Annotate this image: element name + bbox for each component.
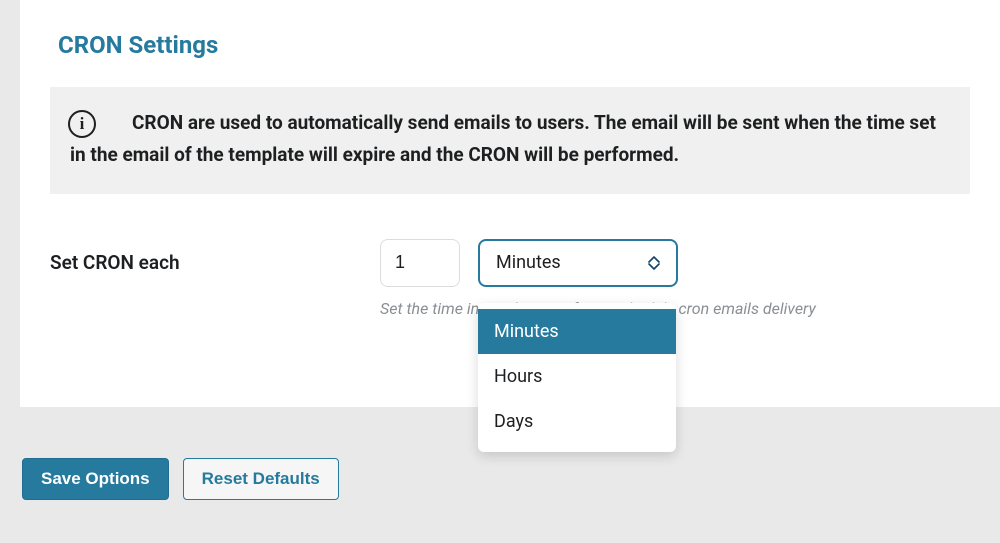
dropdown-option-minutes[interactable]: Minutes xyxy=(478,309,676,354)
form-label-cron-interval: Set CRON each xyxy=(50,239,380,274)
form-row-cron-interval: Set CRON each Minutes Minutes xyxy=(50,239,970,318)
cron-unit-dropdown: Minutes Hours Days xyxy=(478,303,676,452)
actions-bar: Save Options Reset Defaults xyxy=(22,458,339,500)
cron-unit-selected-label: Minutes xyxy=(496,252,561,273)
cron-unit-select[interactable]: Minutes Minutes Hours Days xyxy=(478,239,678,287)
reset-defaults-button[interactable]: Reset Defaults xyxy=(183,458,339,500)
form-controls: Minutes Minutes Hours Days xyxy=(380,239,816,318)
page: CRON Settings i CRON are used to automat… xyxy=(0,0,1000,543)
dropdown-option-days[interactable]: Days xyxy=(478,399,676,444)
cron-unit-select-button[interactable]: Minutes xyxy=(478,239,678,287)
info-box: i CRON are used to automatically send em… xyxy=(50,87,970,194)
cron-interval-input[interactable] xyxy=(380,239,460,287)
dropdown-option-hours[interactable]: Hours xyxy=(478,354,676,399)
save-button[interactable]: Save Options xyxy=(22,458,169,500)
info-message: CRON are used to automatically send emai… xyxy=(70,111,936,166)
settings-card: CRON Settings i CRON are used to automat… xyxy=(20,0,1000,407)
select-sort-icon xyxy=(648,256,660,270)
info-text: CRON are used to automatically send emai… xyxy=(70,107,948,172)
section-title: CRON Settings xyxy=(58,31,970,59)
